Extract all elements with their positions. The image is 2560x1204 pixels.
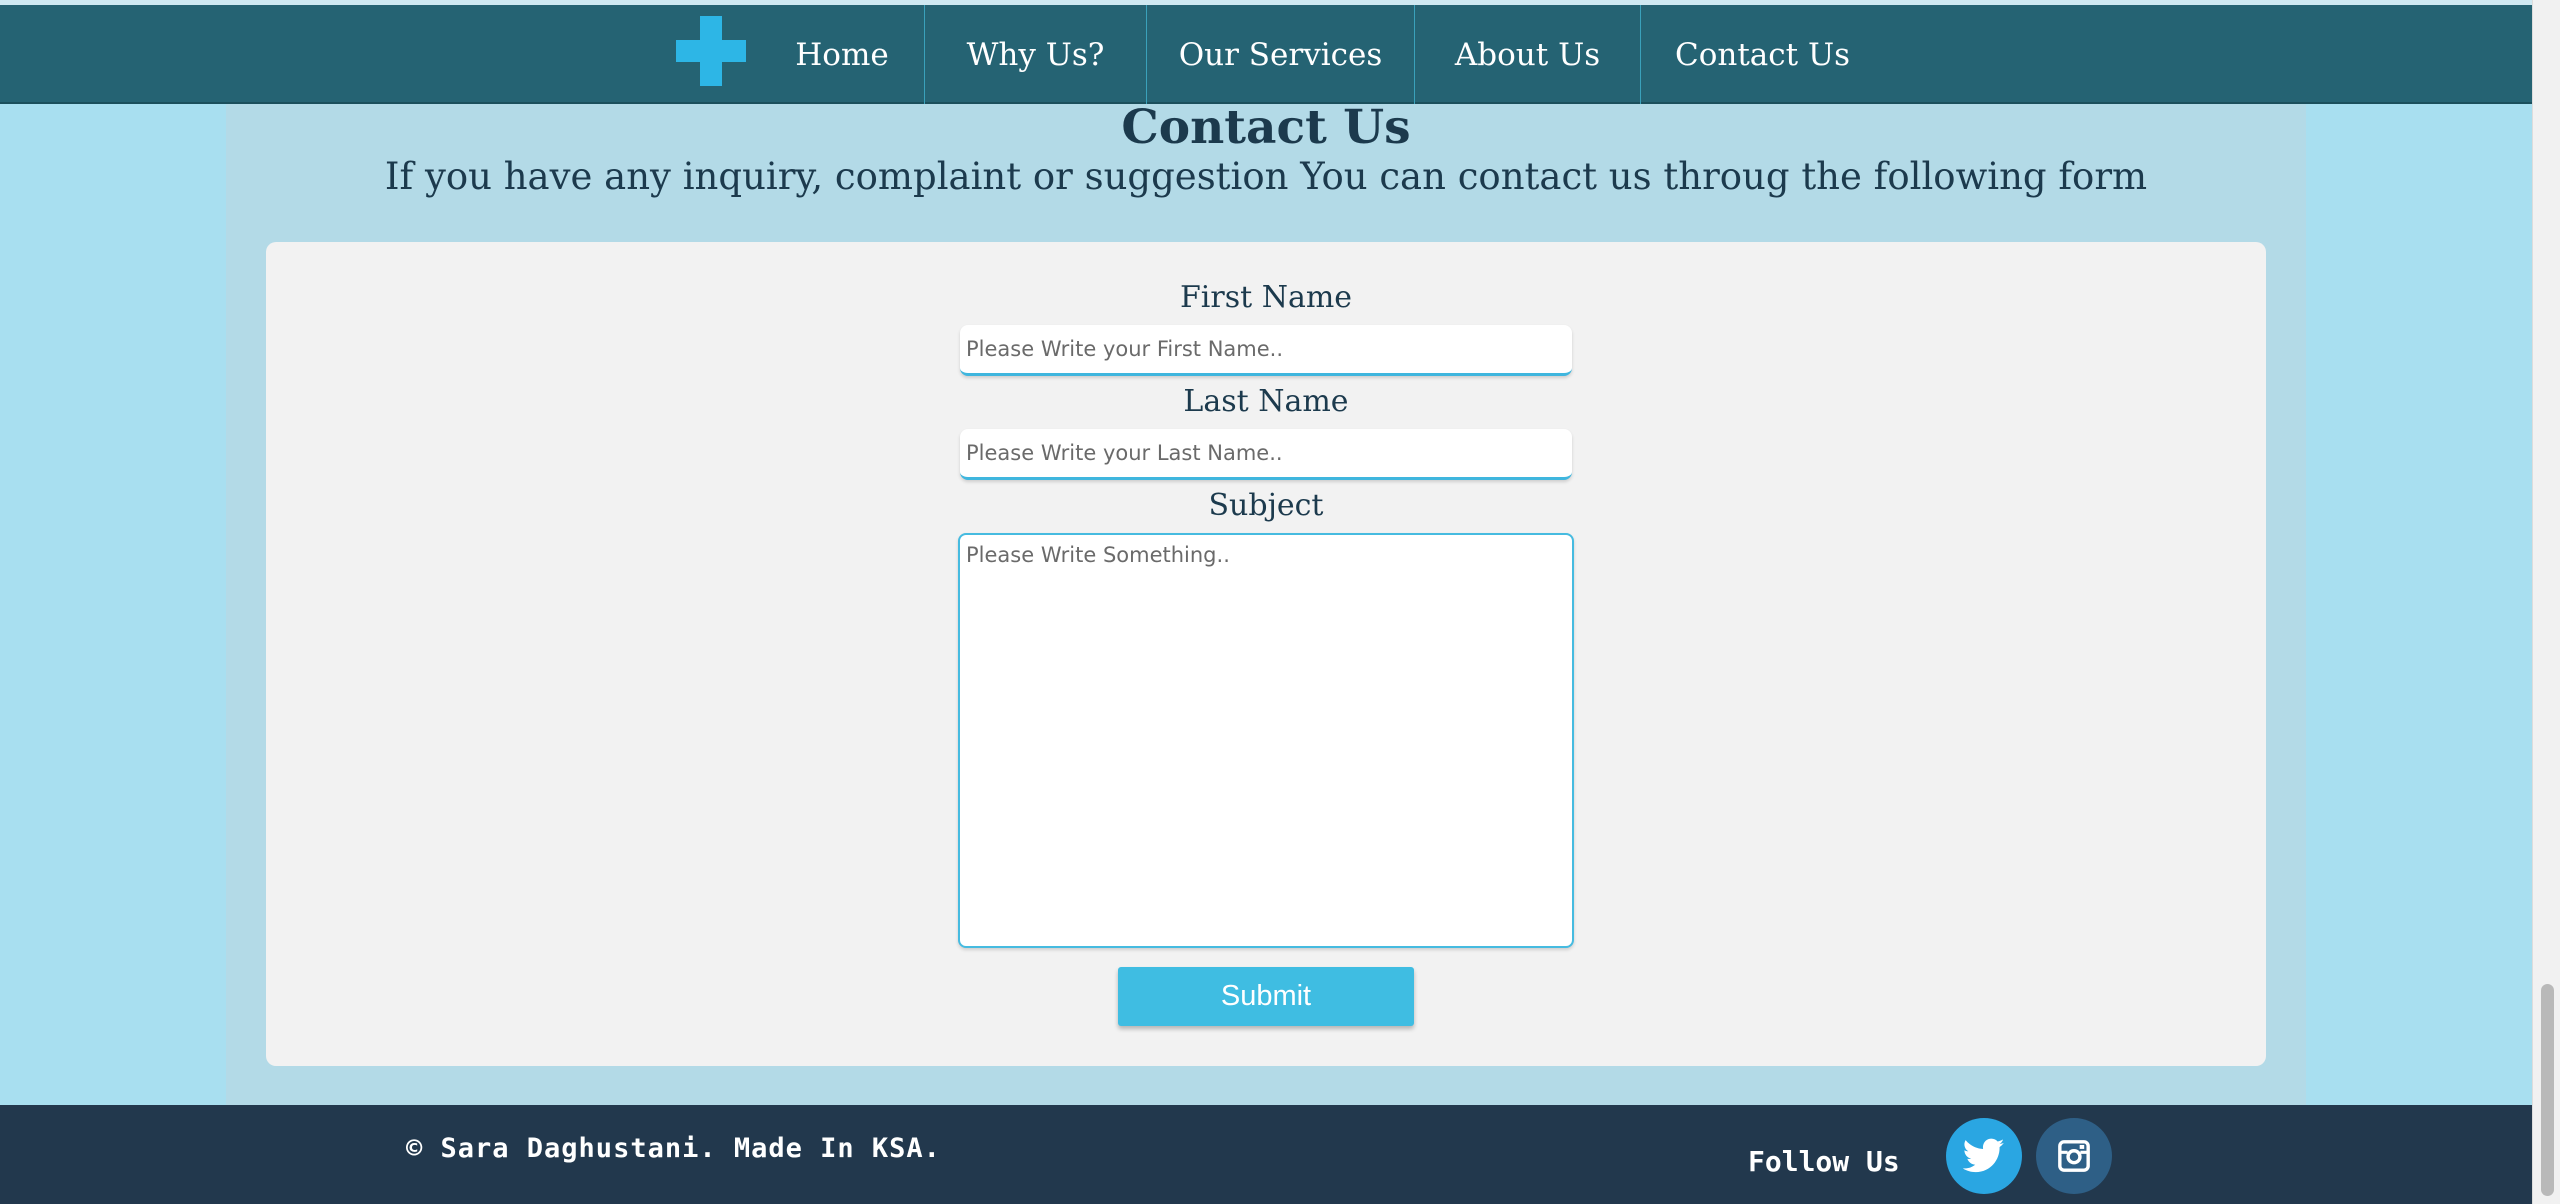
last-name-placeholder: Please Write your Last Name.. [966,441,1283,465]
submit-button[interactable]: Submit [1118,967,1414,1026]
nav-item-our-services[interactable]: Our Services [1146,5,1414,104]
last-name-input[interactable]: Please Write your Last Name.. [960,429,1572,480]
instagram-icon[interactable] [2036,1118,2112,1194]
page-title: Contact Us [1121,100,1411,155]
first-name-placeholder: Please Write your First Name.. [966,337,1284,361]
footer: © Sara Daghustani. Made In KSA. Follow U… [0,1105,2532,1204]
twitter-icon[interactable] [1946,1118,2022,1194]
scrollbar-thumb[interactable] [2541,984,2554,1196]
last-name-label: Last Name [1183,384,1349,419]
navbar: Home Why Us? Our Services About Us Conta… [0,5,2532,104]
follow-us-label: Follow Us [1748,1145,1900,1178]
subject-textarea[interactable]: Please Write Something.. [958,533,1574,948]
first-name-label: First Name [1179,280,1353,315]
vertical-scrollbar[interactable] [2532,0,2560,1204]
subject-placeholder: Please Write Something.. [966,543,1230,567]
page-subtitle: If you have any inquiry, complaint or su… [384,155,2148,198]
nav-item-home[interactable]: Home [760,5,924,104]
nav-item-why-us[interactable]: Why Us? [924,5,1146,104]
nav-item-contact-us[interactable]: Contact Us [1640,5,1884,104]
logo-plus-icon[interactable] [676,16,746,86]
nav-item-about-us[interactable]: About Us [1414,5,1640,104]
first-name-input[interactable]: Please Write your First Name.. [960,325,1572,376]
copyright-text: © Sara Daghustani. Made In KSA. [406,1133,941,1164]
subject-label: Subject [1208,488,1324,523]
